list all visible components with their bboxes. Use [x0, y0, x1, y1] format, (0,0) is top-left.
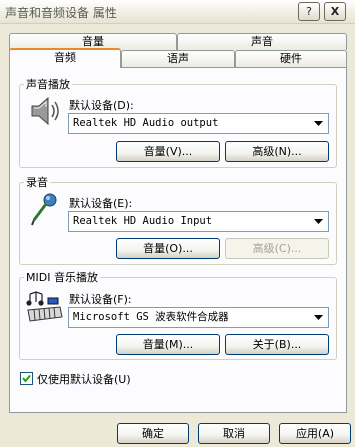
- playback-advanced-button[interactable]: 高级(N)...: [225, 141, 329, 162]
- midi-default-label: 默认设备(F):: [69, 293, 132, 306]
- chevron-down-icon[interactable]: [310, 115, 327, 132]
- midi-device-value: Microsoft GS 波表软件合成器: [73, 311, 229, 323]
- recording-device-select[interactable]: Realtek HD Audio Input: [68, 211, 329, 232]
- tab-sounds[interactable]: 声音: [177, 33, 347, 50]
- help-button[interactable]: ?: [298, 2, 320, 21]
- recording-legend: 录音: [26, 176, 48, 189]
- playback-legend: 声音播放: [26, 78, 70, 91]
- only-default-label[interactable]: 仅使用默认设备(U): [37, 371, 131, 387]
- close-button[interactable]: X: [324, 2, 346, 21]
- midi-keyboard-icon: [26, 291, 63, 322]
- recording-volume-button[interactable]: 音量(O)...: [116, 238, 220, 259]
- playback-device-select[interactable]: Realtek HD Audio output: [68, 113, 329, 134]
- chevron-down-icon[interactable]: [310, 213, 327, 230]
- tab-hardware[interactable]: 硬件: [235, 50, 347, 67]
- microphone-icon: [31, 193, 57, 226]
- recording-advanced-button: 高级(C)...: [225, 238, 329, 259]
- playback-device-value: Realtek HD Audio output: [73, 117, 219, 129]
- title-bar[interactable]: 声音和音频设备 属性 ? X: [0, 0, 355, 24]
- checkmark-icon: [22, 374, 31, 383]
- playback-default-label: 默认设备(D):: [69, 99, 134, 112]
- midi-volume-button[interactable]: 音量(M)...: [116, 334, 220, 355]
- midi-legend: MIDI 音乐播放: [26, 271, 98, 284]
- only-default-checkbox[interactable]: [20, 372, 33, 385]
- cancel-button[interactable]: 取消: [198, 423, 270, 444]
- midi-device-select[interactable]: Microsoft GS 波表软件合成器: [68, 307, 329, 328]
- recording-default-label: 默认设备(E):: [69, 197, 133, 210]
- playback-volume-button[interactable]: 音量(V)...: [116, 141, 220, 162]
- chevron-down-icon[interactable]: [310, 309, 327, 326]
- tab-voice[interactable]: 语声: [121, 50, 235, 67]
- midi-about-button[interactable]: 关于(B)...: [225, 334, 329, 355]
- tab-audio[interactable]: 音频: [9, 48, 121, 68]
- window-title: 声音和音频设备 属性: [5, 6, 117, 20]
- speaker-icon: [31, 96, 59, 126]
- recording-device-value: Realtek HD Audio Input: [73, 215, 213, 227]
- ok-button[interactable]: 确定: [117, 423, 189, 444]
- apply-button[interactable]: 应用(A): [279, 423, 351, 444]
